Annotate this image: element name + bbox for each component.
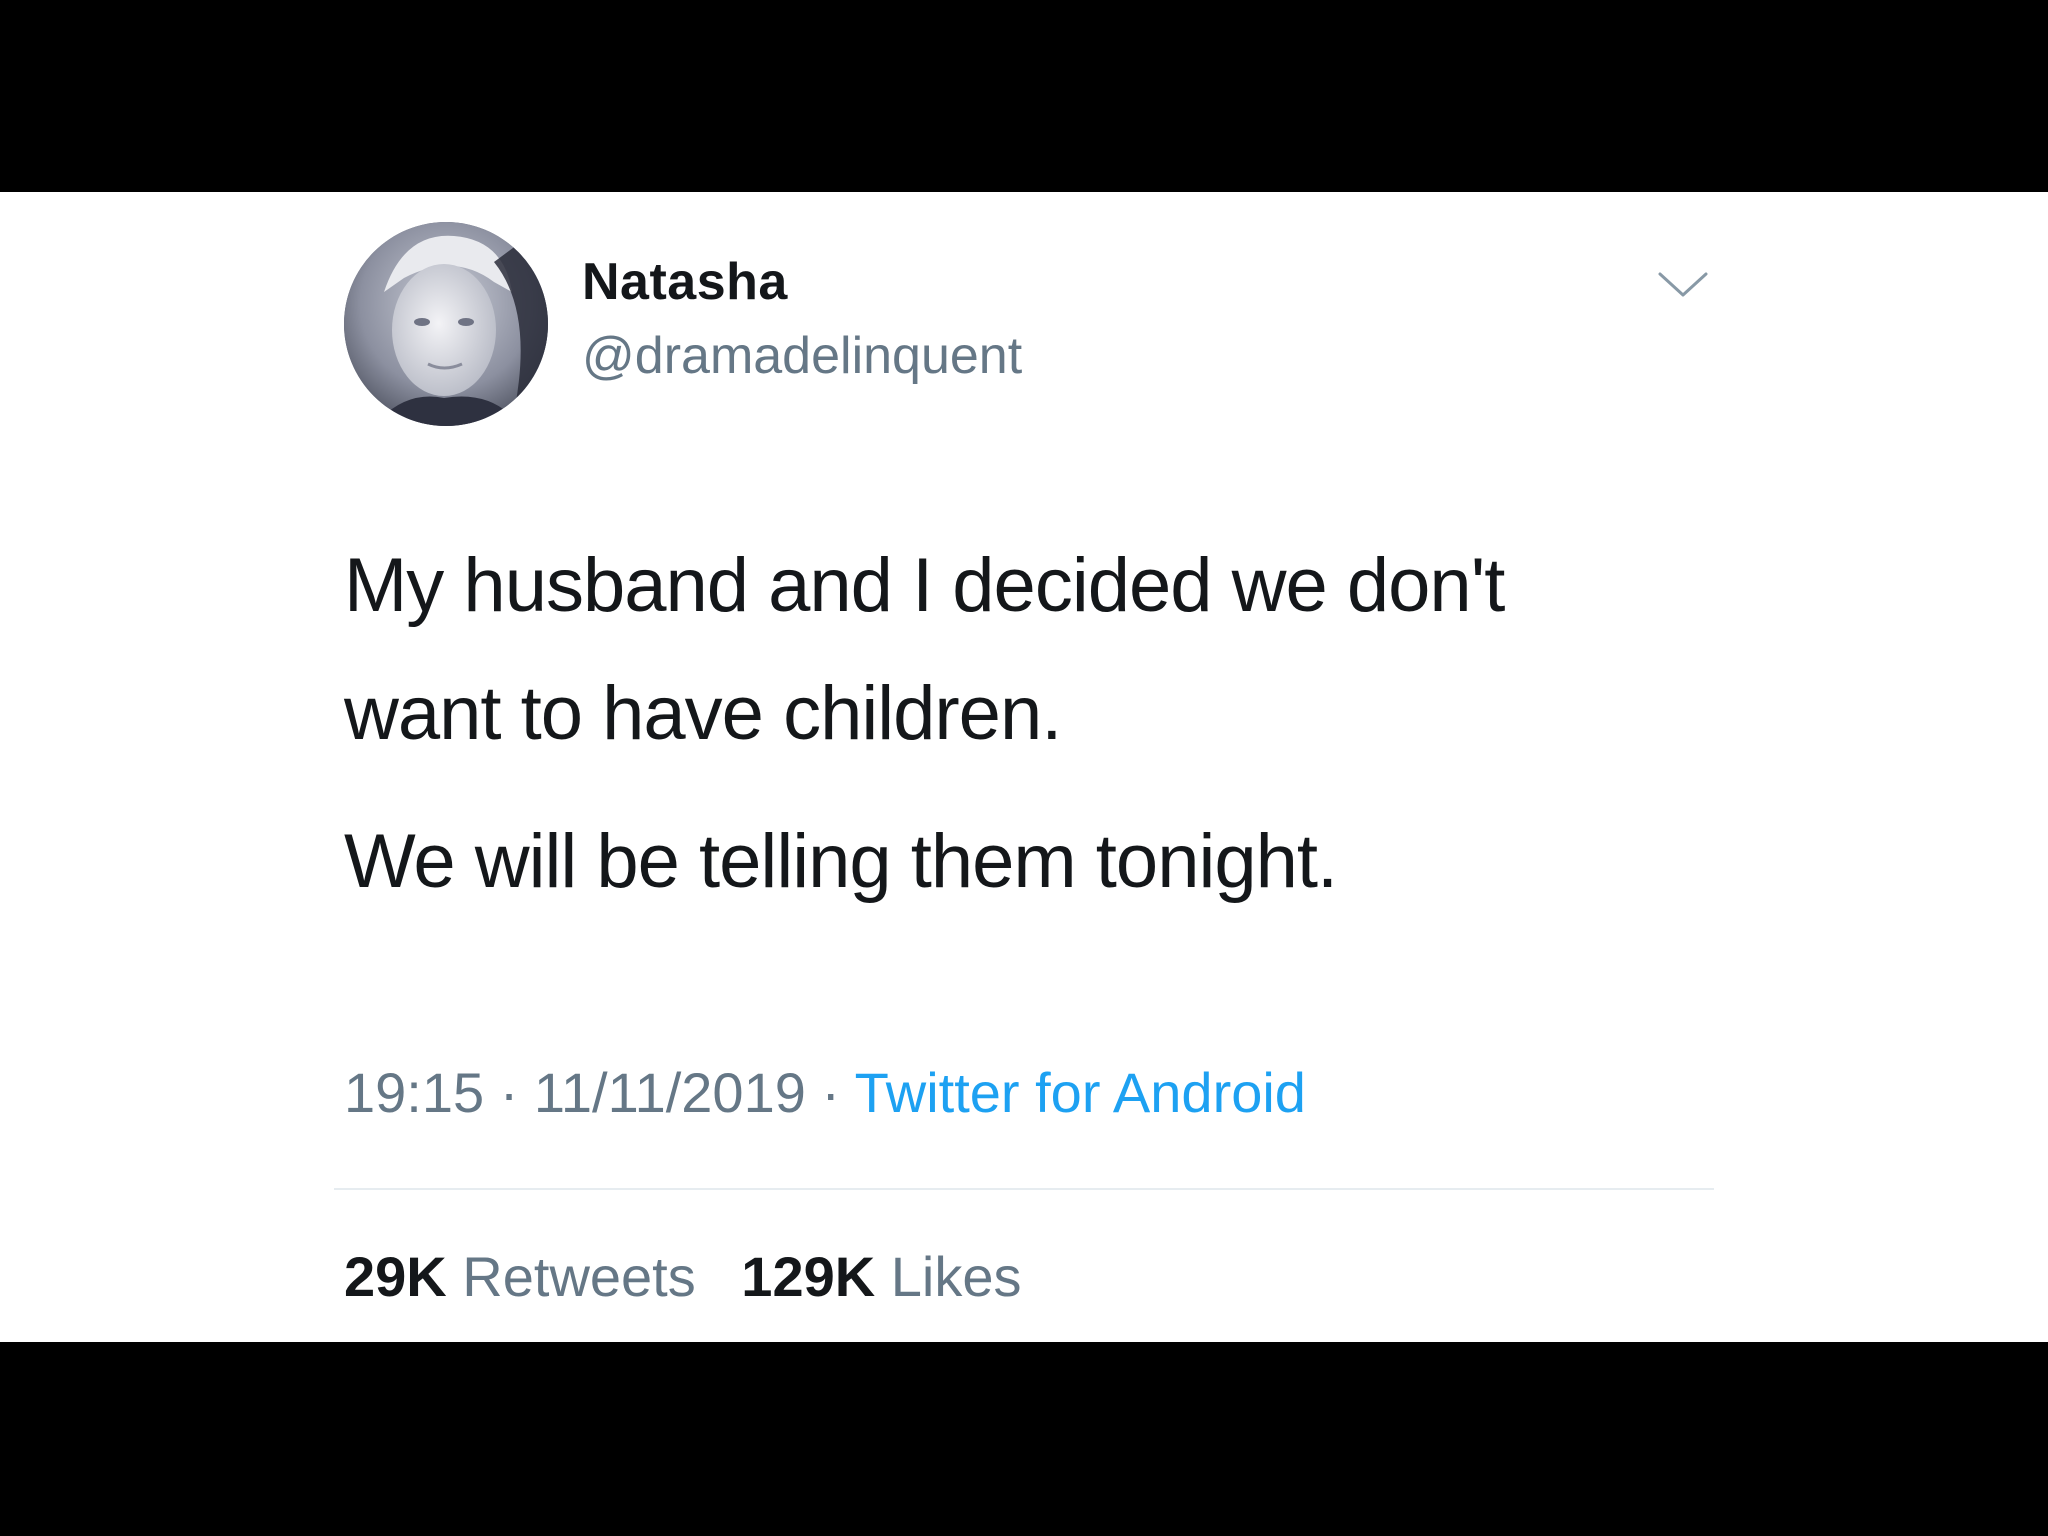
tweet-source-link[interactable]: Twitter for Android	[855, 1061, 1306, 1124]
meta-separator: ·	[805, 1061, 855, 1124]
avatar[interactable]	[344, 222, 548, 426]
author-display-name[interactable]: Natasha	[582, 252, 788, 312]
retweets-count: 29K	[344, 1245, 447, 1308]
divider	[334, 1188, 1714, 1190]
likes-stat[interactable]: 129K Likes	[741, 1245, 1021, 1308]
tweet-time[interactable]: 19:15	[344, 1061, 484, 1124]
chevron-down-icon[interactable]	[1656, 268, 1710, 300]
tweet-text-line: We will be telling them tonight.	[344, 819, 1338, 904]
tweet-stats: 29K Retweets 129K Likes	[344, 1244, 1051, 1309]
tweet-date[interactable]: 11/11/2019	[534, 1061, 806, 1124]
tweet-text-line: My husband and I decided we don't	[344, 543, 1505, 628]
likes-label: Likes	[890, 1245, 1022, 1308]
tweet-meta: 19:15 · 11/11/2019 · Twitter for Android	[344, 1060, 1306, 1125]
likes-count: 129K	[741, 1245, 876, 1308]
tweet-text-line: want to have children.	[344, 671, 1062, 756]
retweets-label: Retweets	[462, 1245, 696, 1308]
screenshot-page: Natasha @dramadelinquent My husband and …	[0, 0, 2048, 1536]
author-handle[interactable]: @dramadelinquent	[582, 326, 1022, 386]
tweet-text: My husband and I decided we don't want t…	[344, 522, 1704, 926]
avatar-photo	[344, 222, 548, 426]
meta-separator: ·	[484, 1061, 534, 1124]
tweet-card: Natasha @dramadelinquent My husband and …	[0, 192, 2048, 1342]
retweets-stat[interactable]: 29K Retweets	[344, 1245, 696, 1308]
